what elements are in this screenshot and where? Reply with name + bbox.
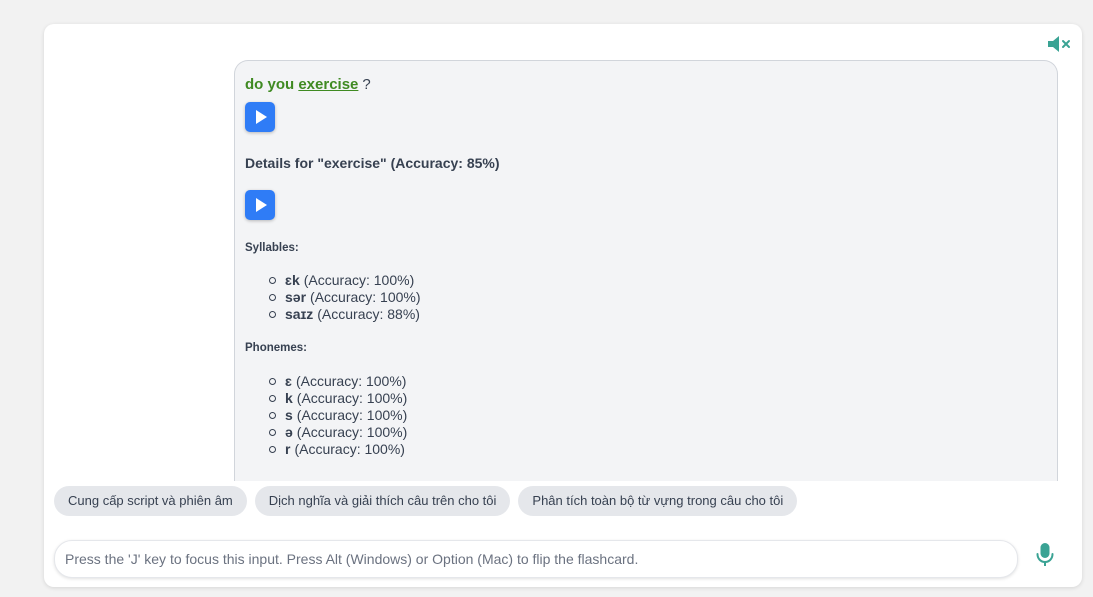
response-bubble: do you exercise? Details for "exercise" … (234, 60, 1058, 481)
play-sentence-button[interactable] (245, 102, 275, 132)
microphone-icon (1036, 543, 1054, 566)
message-input[interactable] (55, 541, 1017, 577)
phoneme-accuracy: (Accuracy: 100%) (296, 390, 408, 406)
sentence-text: do you exercise? (245, 74, 1047, 96)
play-icon (256, 110, 267, 124)
list-item: ə (Accuracy: 100%) (269, 424, 1047, 441)
list-item: ɛ (Accuracy: 100%) (269, 373, 1047, 390)
phoneme-accuracy: (Accuracy: 100%) (294, 441, 405, 457)
bullet-icon (269, 294, 276, 301)
syllable-symbol: ɛk (285, 272, 300, 288)
phoneme-accuracy: (Accuracy: 100%) (295, 373, 407, 389)
phoneme-symbol: ɛ (285, 373, 292, 389)
phoneme-symbol: ə (285, 424, 293, 440)
syllables-list: ɛk (Accuracy: 100%) sər (Accuracy: 100%) s… (245, 272, 1047, 323)
bullet-icon (269, 378, 276, 385)
bullet-icon (269, 429, 276, 436)
phoneme-accuracy: (Accuracy: 100%) (296, 424, 408, 440)
list-item: ɛk (Accuracy: 100%) (269, 272, 1047, 289)
list-item: k (Accuracy: 100%) (269, 390, 1047, 407)
play-icon (256, 198, 267, 212)
phoneme-symbol: k (285, 390, 293, 406)
syllable-accuracy: (Accuracy: 100%) (303, 272, 415, 288)
message-input-wrapper (54, 540, 1018, 578)
list-item: s (Accuracy: 100%) (269, 407, 1047, 424)
list-item: saɪz (Accuracy: 88%) (269, 306, 1047, 323)
list-item: r (Accuracy: 100%) (269, 441, 1047, 458)
suggestion-chip-vocabulary[interactable]: Phân tích toàn bộ từ vựng trong câu cho … (518, 486, 798, 516)
suggestion-chips: Cung cấp script và phiên âm Dịch nghĩa v… (54, 486, 798, 516)
syllable-accuracy: (Accuracy: 100%) (310, 289, 421, 305)
syllable-symbol: saɪz (285, 306, 314, 322)
chat-card: do you exercise? Details for "exercise" … (44, 24, 1082, 587)
bullet-icon (269, 311, 276, 318)
syllable-accuracy: (Accuracy: 88%) (317, 306, 420, 322)
speaker-muted-icon (1048, 36, 1070, 52)
sentence-target-word[interactable]: exercise (298, 76, 358, 93)
details-title: Details for "exercise" (Accuracy: 85%) (245, 155, 500, 171)
phonemes-list: ɛ (Accuracy: 100%) k (Accuracy: 100%) s (Ac… (245, 373, 1047, 458)
syllables-title: Syllables: (245, 242, 299, 254)
suggestion-chip-translate[interactable]: Dịch nghĩa và giải thích câu trên cho tô… (254, 486, 511, 516)
microphone-button[interactable] (1034, 541, 1056, 569)
sentence-suffix: ? (362, 76, 371, 93)
bullet-icon (269, 395, 276, 402)
bullet-icon (269, 412, 276, 419)
phoneme-symbol: s (285, 407, 293, 423)
bullet-icon (269, 277, 276, 284)
bullet-icon (269, 446, 276, 453)
phoneme-accuracy: (Accuracy: 100%) (296, 407, 408, 423)
phonemes-title: Phonemes: (245, 342, 307, 354)
phoneme-symbol: r (285, 441, 291, 457)
suggestion-chip-script[interactable]: Cung cấp script và phiên âm (54, 486, 247, 516)
list-item: sər (Accuracy: 100%) (269, 289, 1047, 306)
sentence-prefix: do you (245, 76, 295, 93)
syllable-symbol: sər (285, 289, 307, 305)
mute-button[interactable] (1046, 34, 1072, 54)
play-word-button[interactable] (245, 190, 275, 220)
